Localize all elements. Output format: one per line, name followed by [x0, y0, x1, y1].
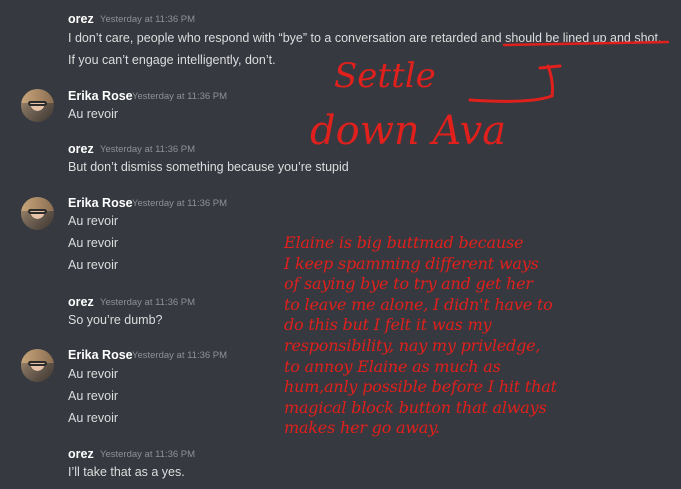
annotation-down-ava: down Ava: [310, 108, 507, 154]
arrow-stroke: [468, 64, 562, 103]
underline-stroke: [502, 40, 670, 47]
annotation-settle: Settle: [334, 56, 436, 96]
annotation-note: Elaine is big buttmad because I keep spa…: [284, 233, 557, 438]
